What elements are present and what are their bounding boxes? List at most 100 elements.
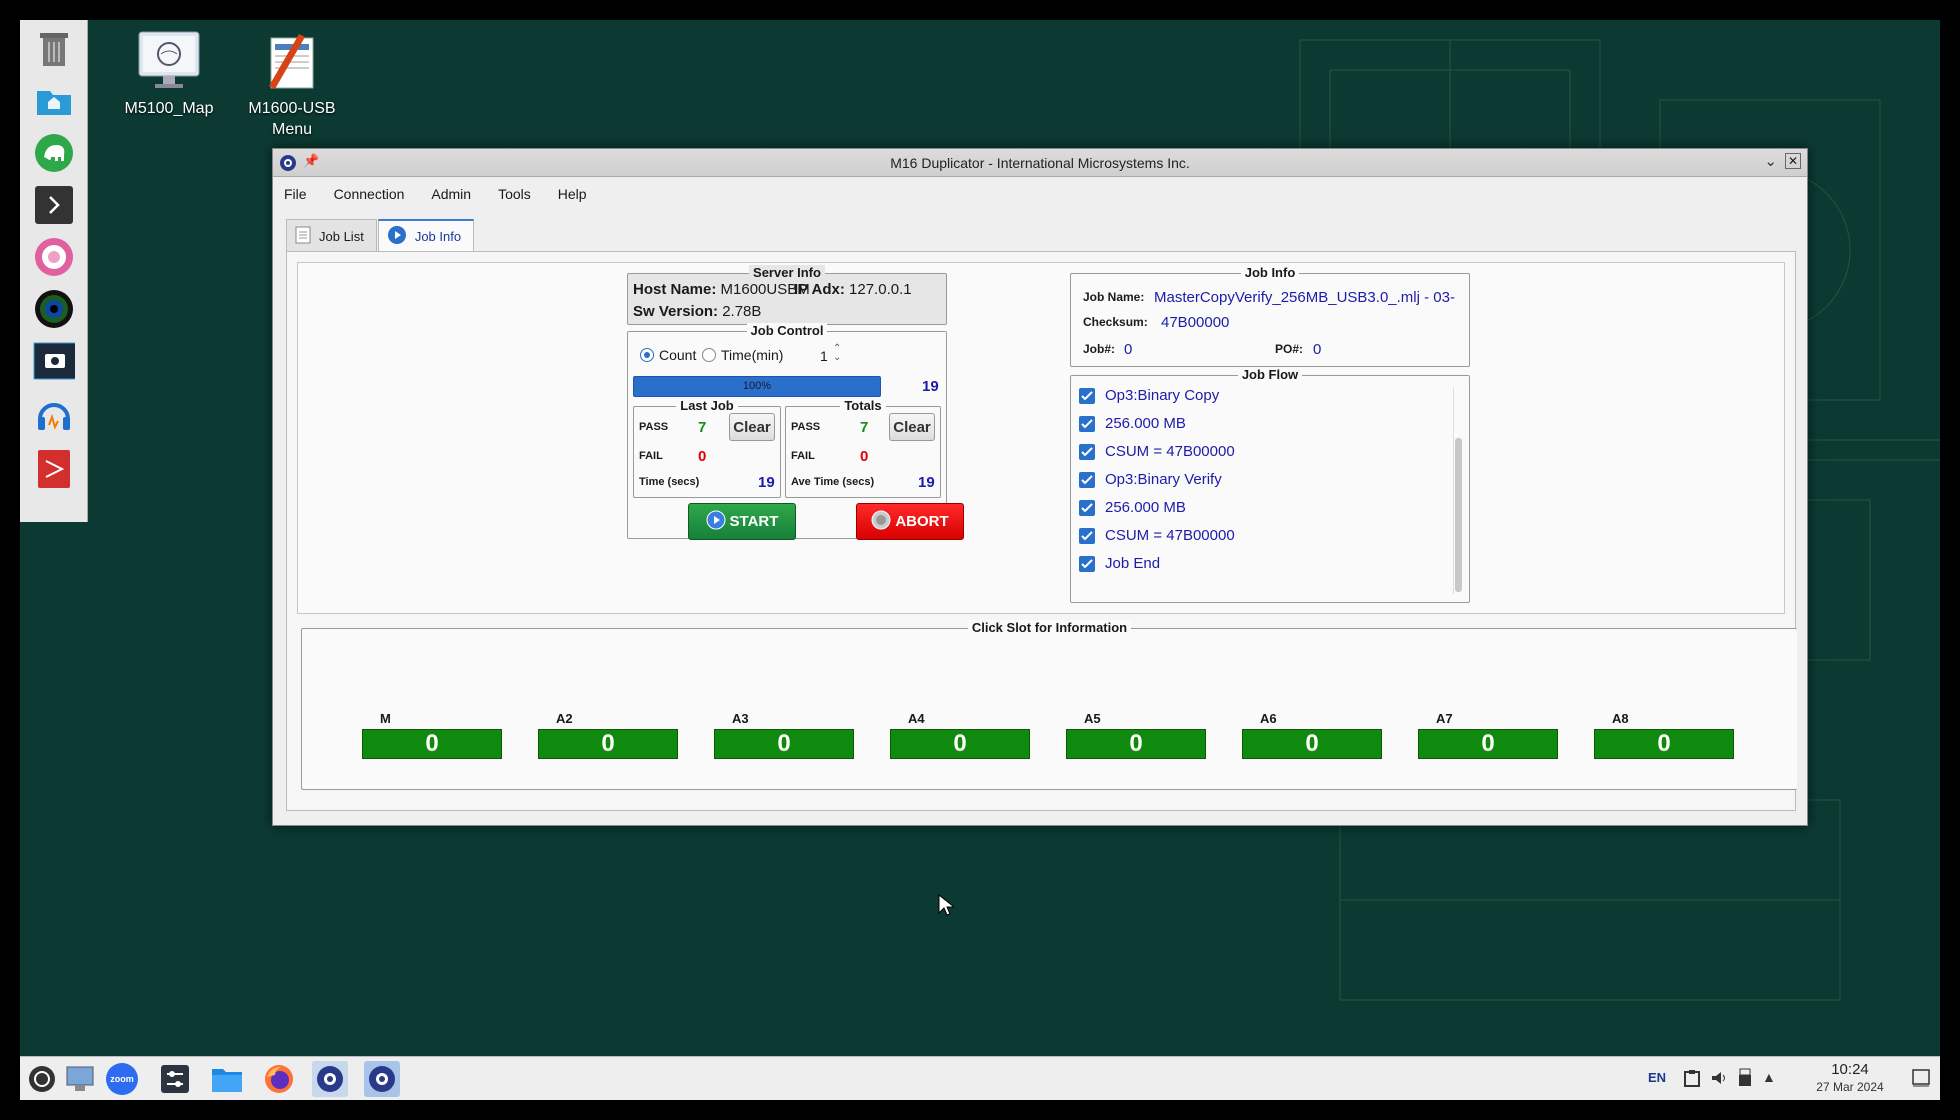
totals-group: Totals PASS 7 Clear FAIL 0 Ave Time (sec…: [785, 398, 941, 498]
slot-a6[interactable]: A6 0: [1242, 711, 1382, 759]
job-flow-scrollbar[interactable]: [1453, 388, 1463, 594]
slot-a7[interactable]: A7 0: [1418, 711, 1558, 759]
abort-button[interactable]: ABORT: [856, 503, 964, 540]
count-spinner-value[interactable]: 1: [820, 348, 828, 364]
volume-icon[interactable]: [1710, 1069, 1728, 1092]
audio-player-icon[interactable]: [33, 394, 75, 436]
clipboard-icon[interactable]: [1684, 1069, 1700, 1092]
checkbox-icon[interactable]: [1079, 556, 1095, 572]
flow-item: Op3:Binary Verify: [1105, 471, 1222, 488]
upper-section: Server Info Host Name: M1600USBM IP Adx:…: [297, 262, 1785, 614]
job-name-value: MasterCopyVerify_256MB_USB3.0_.mlj - 03-: [1154, 289, 1455, 306]
slot-m[interactable]: M0: [362, 711, 502, 759]
checkbox-icon[interactable]: [1079, 416, 1095, 432]
usb-device-icon[interactable]: [1738, 1068, 1752, 1093]
desktop-icon-label: M1600-USB: [248, 100, 336, 117]
slot-status-bar[interactable]: 0: [714, 729, 854, 759]
checkbox-icon[interactable]: [1079, 528, 1095, 544]
menu-connection[interactable]: Connection: [331, 184, 408, 204]
checkbox-icon[interactable]: [1079, 444, 1095, 460]
abort-label: ABORT: [895, 513, 949, 530]
home-folder-icon[interactable]: [33, 80, 75, 122]
flow-item: Op3:Binary Copy: [1105, 387, 1220, 404]
clock-date[interactable]: 27 Mar 2024: [1798, 1080, 1902, 1094]
zoom-app-icon[interactable]: zoom: [104, 1061, 140, 1097]
group-title: Totals: [840, 398, 886, 413]
screenshot-icon[interactable]: [33, 340, 75, 382]
time-radio[interactable]: [702, 348, 716, 362]
group-title: Job Control: [746, 323, 828, 338]
firefox-icon[interactable]: [261, 1061, 297, 1097]
flow-item: CSUM = 47B00000: [1105, 527, 1235, 544]
elephant-app-icon[interactable]: [33, 132, 75, 174]
desktop-icon-m1600-usb-menu[interactable]: M1600-USB Menu: [227, 28, 357, 140]
slot-status-bar[interactable]: 0: [890, 729, 1030, 759]
duplicator-task-2[interactable]: [364, 1061, 400, 1097]
fail-label: FAIL: [791, 450, 815, 462]
ip-label: IP Adx:: [794, 281, 845, 298]
duplicator-window: 📌 M16 Duplicator - International Microsy…: [272, 148, 1808, 826]
menu-file[interactable]: File: [281, 184, 310, 204]
menu-tools[interactable]: Tools: [495, 184, 534, 204]
document-pen-icon: [259, 28, 325, 94]
slot-a5[interactable]: A5 0: [1066, 711, 1206, 759]
pass-label: PASS: [639, 421, 669, 433]
menu-admin[interactable]: Admin: [428, 184, 474, 204]
spinner-arrows-icon[interactable]: ⌃ ⌄: [833, 344, 841, 363]
notifications-icon[interactable]: [1912, 1069, 1930, 1092]
start-button[interactable]: START: [688, 503, 796, 540]
file-manager-icon[interactable]: [209, 1061, 245, 1097]
menu-help[interactable]: Help: [555, 184, 590, 204]
group-title: Server Info: [749, 265, 825, 280]
clock-time[interactable]: 10:24: [1810, 1061, 1890, 1078]
play-circle-icon: [387, 225, 407, 248]
image-viewer-icon[interactable]: [33, 236, 75, 278]
title-bar[interactable]: 📌 M16 Duplicator - International Microsy…: [273, 149, 1807, 177]
tab-job-info[interactable]: Job Info: [377, 219, 475, 252]
minimize-chevron-icon[interactable]: ⌄: [1764, 152, 1777, 170]
slot-a2[interactable]: A2 0: [538, 711, 678, 759]
slot-status-bar[interactable]: 0: [1594, 729, 1734, 759]
checkbox-icon[interactable]: [1079, 388, 1095, 404]
slot-a8[interactable]: A8 0: [1594, 711, 1734, 759]
checkbox-icon[interactable]: [1079, 500, 1095, 516]
slot-a3[interactable]: A3 0: [714, 711, 854, 759]
checkbox-icon[interactable]: [1079, 472, 1095, 488]
slot-status-bar[interactable]: 0: [1066, 729, 1206, 759]
pdf-reader-icon[interactable]: [33, 448, 75, 490]
trash-icon[interactable]: [33, 28, 75, 70]
start-menu-icon[interactable]: [24, 1061, 60, 1097]
slot-status-bar[interactable]: 0: [362, 729, 502, 759]
group-title: Job Flow: [1237, 367, 1303, 382]
slot-a4[interactable]: A4 0: [890, 711, 1030, 759]
desktop-icon-m5100-map[interactable]: M5100_Map: [104, 28, 234, 119]
keyboard-layout[interactable]: EN: [1648, 1070, 1666, 1085]
slot-status-bar[interactable]: 0: [1418, 729, 1558, 759]
terminal-icon[interactable]: [33, 184, 75, 226]
slot-status-bar[interactable]: 0: [1242, 729, 1382, 759]
tab-label: Job Info: [414, 229, 462, 244]
scrollbar-thumb[interactable]: [1455, 438, 1462, 592]
close-icon[interactable]: ✕: [1785, 153, 1801, 169]
server-info-group: Server Info Host Name: M1600USBM IP Adx:…: [627, 265, 947, 325]
webcam-icon[interactable]: [33, 288, 75, 330]
totals-pass-value: 7: [860, 419, 869, 436]
totals-clear-button[interactable]: Clear: [889, 413, 935, 441]
checksum-label: Checksum:: [1083, 315, 1148, 329]
tab-job-list[interactable]: Job List: [286, 219, 377, 252]
totals-time-value: 19: [918, 474, 935, 491]
last-job-clear-button[interactable]: Clear: [729, 413, 775, 441]
tray-expand-icon[interactable]: ▲: [1762, 1069, 1776, 1085]
slot-status-bar[interactable]: 0: [538, 729, 678, 759]
duplicator-task-1[interactable]: [312, 1061, 348, 1097]
monitor-icon: [136, 28, 202, 94]
time-secs-label: Time (secs): [639, 476, 700, 488]
count-radio[interactable]: [640, 348, 654, 362]
job-progress-bar: 100%: [633, 376, 881, 397]
show-desktop-icon[interactable]: [62, 1061, 98, 1097]
po-number-label: PO#:: [1275, 342, 1304, 356]
slot-name: A6: [1260, 711, 1277, 726]
settings-icon[interactable]: [157, 1061, 193, 1097]
progress-text: 100%: [742, 380, 772, 392]
pass-label: PASS: [791, 421, 821, 433]
